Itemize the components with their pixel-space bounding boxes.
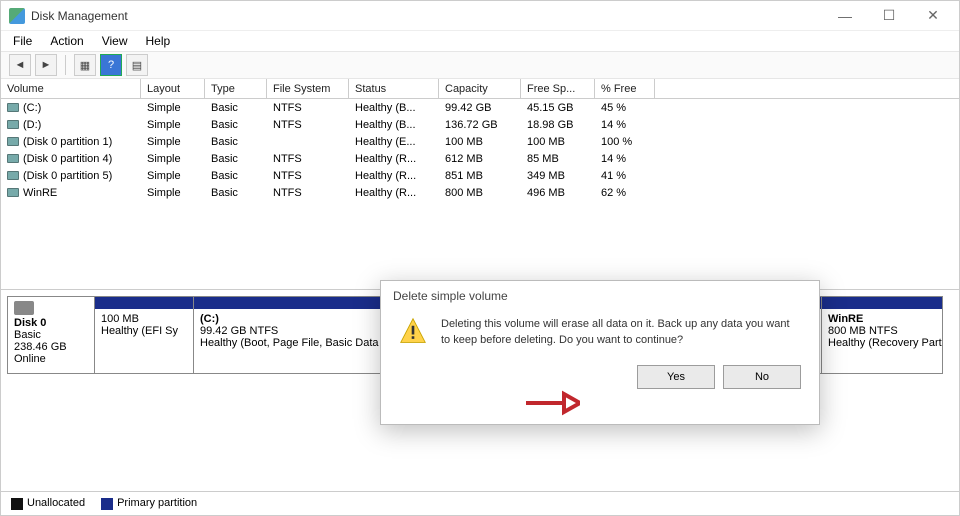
refresh-button[interactable]: ▦ xyxy=(74,54,96,76)
table-row[interactable]: (D:)SimpleBasicNTFSHealthy (B...136.72 G… xyxy=(1,116,959,133)
table-row[interactable]: WinRESimpleBasicNTFSHealthy (R...800 MB4… xyxy=(1,184,959,201)
col-status[interactable]: Status xyxy=(349,79,439,98)
menu-help[interactable]: Help xyxy=(144,32,173,50)
forward-button[interactable]: ► xyxy=(35,54,57,76)
close-button[interactable]: ✕ xyxy=(911,1,955,30)
dialog-title: Delete simple volume xyxy=(381,281,819,307)
no-button[interactable]: No xyxy=(723,365,801,389)
settings-button[interactable]: ▤ xyxy=(126,54,148,76)
disk-icon xyxy=(14,301,34,315)
titlebar: Disk Management — ☐ ✕ xyxy=(1,1,959,31)
warning-icon xyxy=(399,317,427,345)
separator xyxy=(65,55,66,75)
col-type[interactable]: Type xyxy=(205,79,267,98)
table-row[interactable]: (C:)SimpleBasicNTFSHealthy (B...99.42 GB… xyxy=(1,99,959,116)
swatch-black xyxy=(11,498,23,510)
col-free-space[interactable]: Free Sp... xyxy=(521,79,595,98)
window-title: Disk Management xyxy=(31,9,823,23)
back-button[interactable]: ◄ xyxy=(9,54,31,76)
list-header: Volume Layout Type File System Status Ca… xyxy=(1,79,959,99)
menu-action[interactable]: Action xyxy=(48,32,85,50)
delete-volume-dialog: Delete simple volume Deleting this volum… xyxy=(380,280,820,425)
volume-icon xyxy=(7,103,19,112)
menu-file[interactable]: File xyxy=(11,32,34,50)
swatch-blue xyxy=(101,498,113,510)
partition-block[interactable]: 100 MBHealthy (EFI Sy xyxy=(94,296,194,374)
menu-view[interactable]: View xyxy=(100,32,130,50)
volume-icon xyxy=(7,154,19,163)
legend: Unallocated Primary partition xyxy=(1,491,959,515)
partition-bar xyxy=(822,297,942,309)
legend-unallocated: Unallocated xyxy=(11,497,85,509)
disk-size: 238.46 GB xyxy=(14,341,88,353)
minimize-button[interactable]: — xyxy=(823,1,867,30)
volume-list: Volume Layout Type File System Status Ca… xyxy=(1,79,959,290)
yes-button[interactable]: Yes xyxy=(637,365,715,389)
col-pct-free[interactable]: % Free xyxy=(595,79,655,98)
partition-bar xyxy=(95,297,193,309)
dialog-text: Deleting this volume will erase all data… xyxy=(441,317,801,349)
menu-bar: File Action View Help xyxy=(1,31,959,51)
toolbar: ◄ ► ▦ ? ▤ xyxy=(1,51,959,79)
disk-type: Basic xyxy=(14,329,88,341)
table-row[interactable]: (Disk 0 partition 1)SimpleBasicHealthy (… xyxy=(1,133,959,150)
col-file-system[interactable]: File System xyxy=(267,79,349,98)
col-capacity[interactable]: Capacity xyxy=(439,79,521,98)
volume-icon xyxy=(7,137,19,146)
app-icon xyxy=(9,8,25,24)
list-body: (C:)SimpleBasicNTFSHealthy (B...99.42 GB… xyxy=(1,99,959,289)
disk-management-window: Disk Management — ☐ ✕ File Action View H… xyxy=(0,0,960,516)
disk-header[interactable]: Disk 0 Basic 238.46 GB Online xyxy=(7,296,95,374)
col-layout[interactable]: Layout xyxy=(141,79,205,98)
volume-icon xyxy=(7,120,19,129)
disk-name: Disk 0 xyxy=(14,317,88,329)
pointer-arrow-icon xyxy=(524,390,580,416)
help-button[interactable]: ? xyxy=(100,54,122,76)
table-row[interactable]: (Disk 0 partition 5)SimpleBasicNTFSHealt… xyxy=(1,167,959,184)
disk-state: Online xyxy=(14,353,88,365)
volume-icon xyxy=(7,171,19,180)
volume-icon xyxy=(7,188,19,197)
partition-block[interactable]: WinRE800 MB NTFSHealthy (Recovery Partit xyxy=(821,296,943,374)
maximize-button[interactable]: ☐ xyxy=(867,1,911,30)
col-volume[interactable]: Volume xyxy=(1,79,141,98)
table-row[interactable]: (Disk 0 partition 4)SimpleBasicNTFSHealt… xyxy=(1,150,959,167)
legend-primary: Primary partition xyxy=(101,497,197,509)
